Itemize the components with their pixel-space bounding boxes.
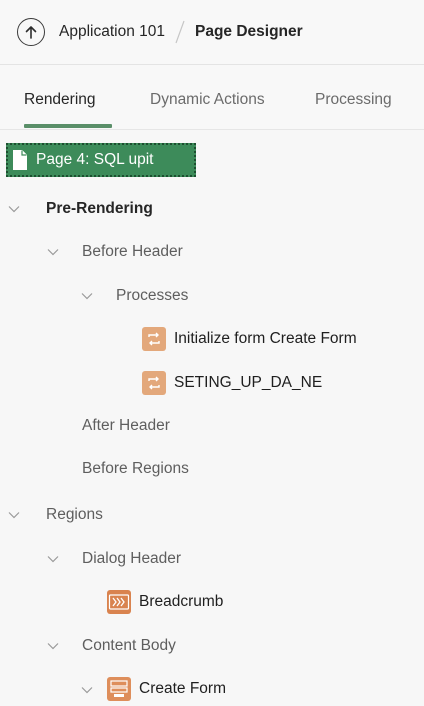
tree-node-breadcrumb[interactable]: Breadcrumb xyxy=(107,582,223,622)
breadcrumb-region-icon xyxy=(107,590,131,614)
application-link[interactable]: Application 101 xyxy=(59,23,165,41)
rendering-tree: Page 4: SQL upit Pre-Rendering Before He… xyxy=(0,130,424,706)
chevron-down-icon[interactable] xyxy=(8,205,20,213)
chevron-down-icon[interactable] xyxy=(47,642,59,650)
tree-node-before-header[interactable]: Before Header xyxy=(82,232,183,272)
tree-node-content-body[interactable]: Content Body xyxy=(82,626,176,666)
tab-rendering[interactable]: Rendering xyxy=(24,91,96,109)
chevron-down-icon[interactable] xyxy=(81,686,93,694)
tree-node-page-label: Page 4: SQL upit xyxy=(36,151,154,168)
chevron-down-icon[interactable] xyxy=(81,292,93,300)
tree-node-process-label: SETING_UP_DA_NE xyxy=(174,374,323,391)
page-designer-tree-panel: Application 101 Page Designer Rendering … xyxy=(0,0,424,706)
process-icon xyxy=(142,327,166,351)
tree-node-regions[interactable]: Regions xyxy=(46,495,103,535)
chevron-down-icon[interactable] xyxy=(47,248,59,256)
process-icon xyxy=(142,371,166,395)
tree-node-process-label: Initialize form Create Form xyxy=(174,330,357,347)
page-icon xyxy=(13,150,27,170)
arrow-up-circle-icon[interactable] xyxy=(17,18,45,46)
tab-bar: Rendering Dynamic Actions Processing xyxy=(0,65,424,130)
tree-node-dialog-header[interactable]: Dialog Header xyxy=(82,539,181,579)
breadcrumb-separator xyxy=(175,20,185,44)
tree-node-before-regions[interactable]: Before Regions xyxy=(82,449,189,489)
tab-dynamic-actions[interactable]: Dynamic Actions xyxy=(150,91,265,109)
breadcrumb-bar: Application 101 Page Designer xyxy=(0,0,424,65)
tree-node-process[interactable]: SETING_UP_DA_NE xyxy=(142,363,322,403)
chevron-down-icon[interactable] xyxy=(47,555,59,563)
chevron-down-icon[interactable] xyxy=(8,511,20,519)
tree-node-processes[interactable]: Processes xyxy=(116,276,188,316)
tree-node-pre-rendering[interactable]: Pre-Rendering xyxy=(46,189,153,229)
tree-node-create-form[interactable]: Create Form xyxy=(107,669,226,706)
page-title: Page Designer xyxy=(195,23,303,40)
tree-node-breadcrumb-label: Breadcrumb xyxy=(139,593,224,610)
active-tab-indicator xyxy=(24,124,112,128)
tree-node-create-form-label: Create Form xyxy=(139,680,226,697)
tab-processing[interactable]: Processing xyxy=(315,91,392,109)
tree-node-process[interactable]: Initialize form Create Form xyxy=(142,319,357,359)
form-region-icon xyxy=(107,677,131,701)
tree-node-after-header[interactable]: After Header xyxy=(82,406,170,446)
tree-node-page[interactable]: Page 4: SQL upit xyxy=(6,143,196,177)
